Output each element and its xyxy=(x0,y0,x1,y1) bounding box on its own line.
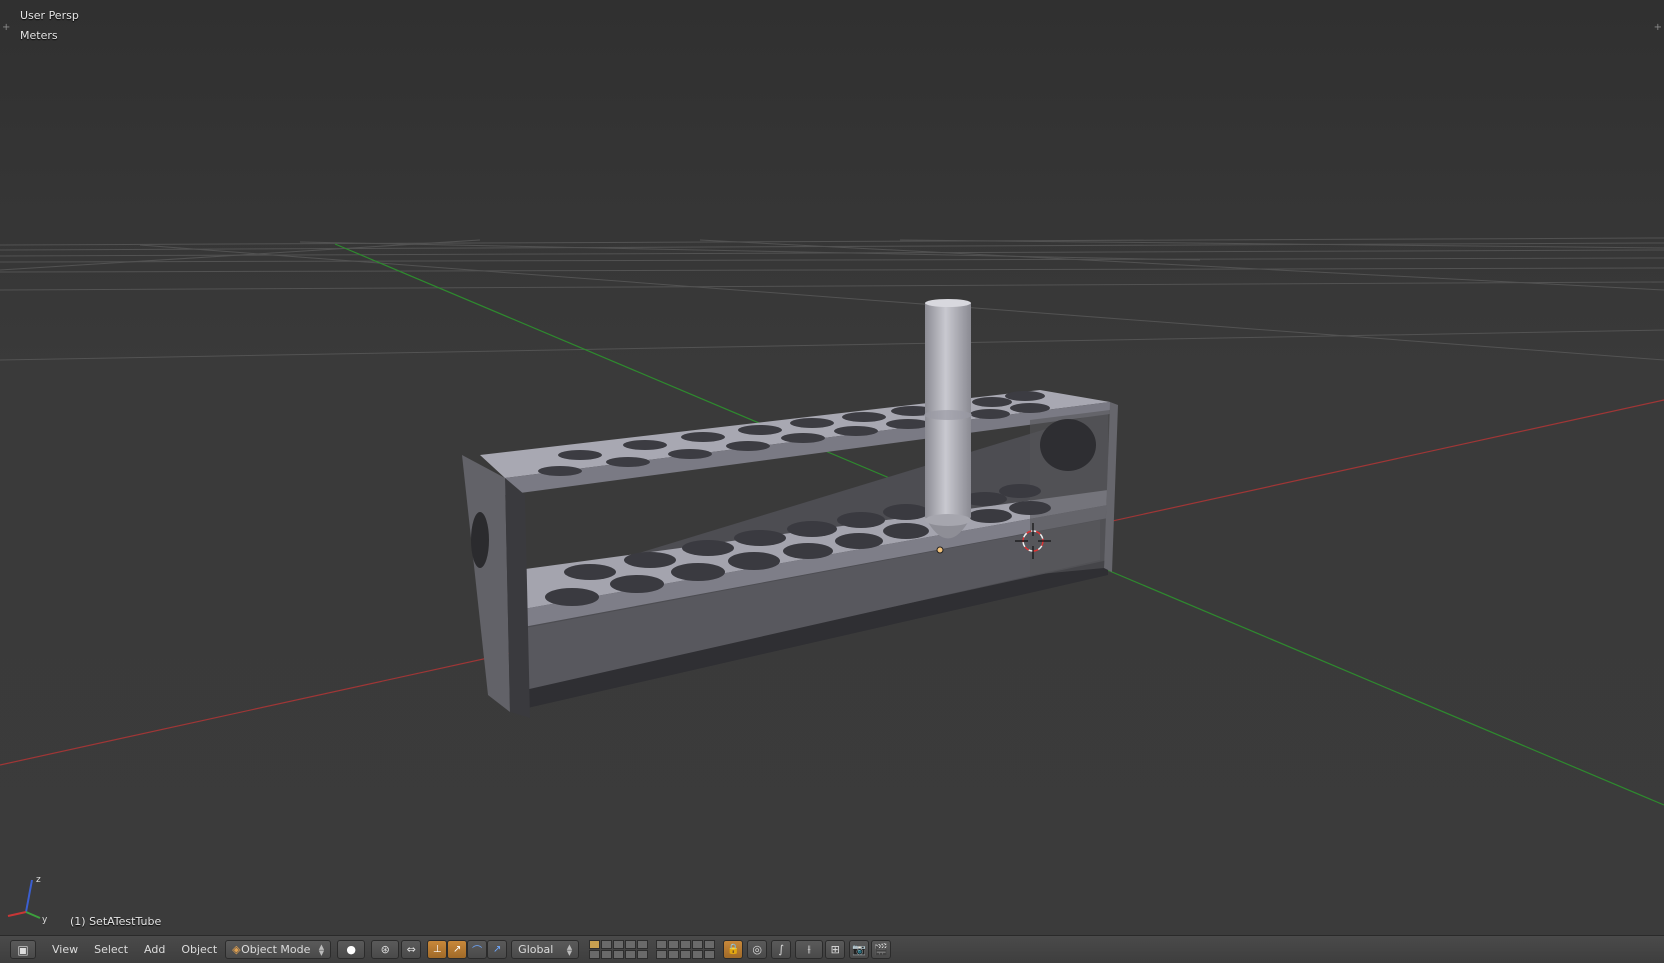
translate-icon: ⊥ xyxy=(432,944,442,955)
3d-view-icon: ▣ xyxy=(17,942,29,957)
menu-view[interactable]: View xyxy=(44,940,86,959)
dropdown-arrows-icon: ▲ ▼ xyxy=(566,942,573,957)
snap-icon: ⫲ xyxy=(807,944,811,955)
rotate-manipulator-button[interactable]: ↗ xyxy=(447,940,468,959)
pivot-point-dropdown[interactable]: ⊛ xyxy=(371,940,400,959)
editor-type-button[interactable]: ▣ xyxy=(10,940,36,959)
mode-dropdown[interactable]: ◈ Object Mode ▲ ▼ xyxy=(225,940,332,959)
area-split-corner-right[interactable]: + xyxy=(1654,22,1662,33)
layer-grid-left[interactable] xyxy=(589,940,649,959)
translate-manipulator-button[interactable]: ⊥ xyxy=(427,940,448,959)
snap-target-icon: ⊞ xyxy=(830,943,840,956)
menu-add[interactable]: Add xyxy=(136,940,173,959)
lock-layers-button[interactable]: 🔒 xyxy=(723,940,744,959)
render-opengl-button[interactable]: 📷 xyxy=(849,940,870,959)
lock-icon: 🔒 xyxy=(726,944,740,955)
falloff-button[interactable]: ∫ xyxy=(771,940,792,959)
orientation-label: Global xyxy=(518,943,554,956)
transform-orientation-icon-button[interactable]: ↗ xyxy=(487,940,508,959)
viewport-shading-dropdown[interactable]: ● xyxy=(337,940,366,959)
solid-shading-icon: ● xyxy=(346,943,356,956)
menu-select[interactable]: Select xyxy=(86,940,136,959)
rotate-icon: ↗ xyxy=(452,944,462,955)
orientation-dropdown[interactable]: Global ▲ ▼ xyxy=(511,940,580,959)
render-animation-button[interactable]: 🎬 xyxy=(871,940,892,959)
view-name-label: User Persp xyxy=(20,9,79,22)
mode-label: Object Mode xyxy=(241,943,311,956)
pivot-icon: ⊛ xyxy=(380,943,390,956)
layer-grid-right[interactable] xyxy=(656,940,716,959)
scale-icon: ⌒ xyxy=(472,946,483,957)
viewport-header: ▣ View Select Add Object ◈ Object Mode ▲… xyxy=(0,935,1664,963)
snap-target-button[interactable]: ⊞ xyxy=(825,940,846,959)
proportional-edit-button[interactable]: ◎ xyxy=(747,940,768,959)
test-tube xyxy=(924,299,972,539)
snap-element-dropdown[interactable]: ⫲ xyxy=(795,940,824,959)
active-object-label: (1) SetATestTube xyxy=(70,915,162,928)
menu-object[interactable]: Object xyxy=(173,940,225,959)
3d-viewport[interactable]: z y User Persp Meters (1) SetATestTube +… xyxy=(0,0,1664,935)
proportional-edit-icon: ◎ xyxy=(752,943,762,956)
floor-grid xyxy=(0,237,1664,361)
units-label: Meters xyxy=(20,29,58,42)
object-mode-icon: ◈ xyxy=(232,943,241,956)
manipulator-toggle[interactable]: ⇔ xyxy=(401,940,422,959)
area-split-corner-left[interactable]: + xyxy=(2,22,10,33)
dropdown-arrows-icon: ▲ ▼ xyxy=(318,942,325,957)
falloff-icon: ∫ xyxy=(778,943,785,956)
manipulator-icon: ⇔ xyxy=(406,943,416,956)
axis-gizmo-icon: z y xyxy=(7,875,48,925)
object-origin-dot xyxy=(936,546,944,554)
clapper-icon: 🎬 xyxy=(874,943,889,956)
scene-canvas[interactable]: z y xyxy=(0,0,1664,935)
test-tube-rack xyxy=(462,299,1118,718)
camera-icon: 📷 xyxy=(852,943,867,956)
scale-manipulator-button[interactable]: ⌒ xyxy=(467,940,488,959)
svg-text:z: z xyxy=(36,875,41,885)
svg-text:y: y xyxy=(42,915,48,925)
arrow-icon: ↗ xyxy=(492,944,502,955)
